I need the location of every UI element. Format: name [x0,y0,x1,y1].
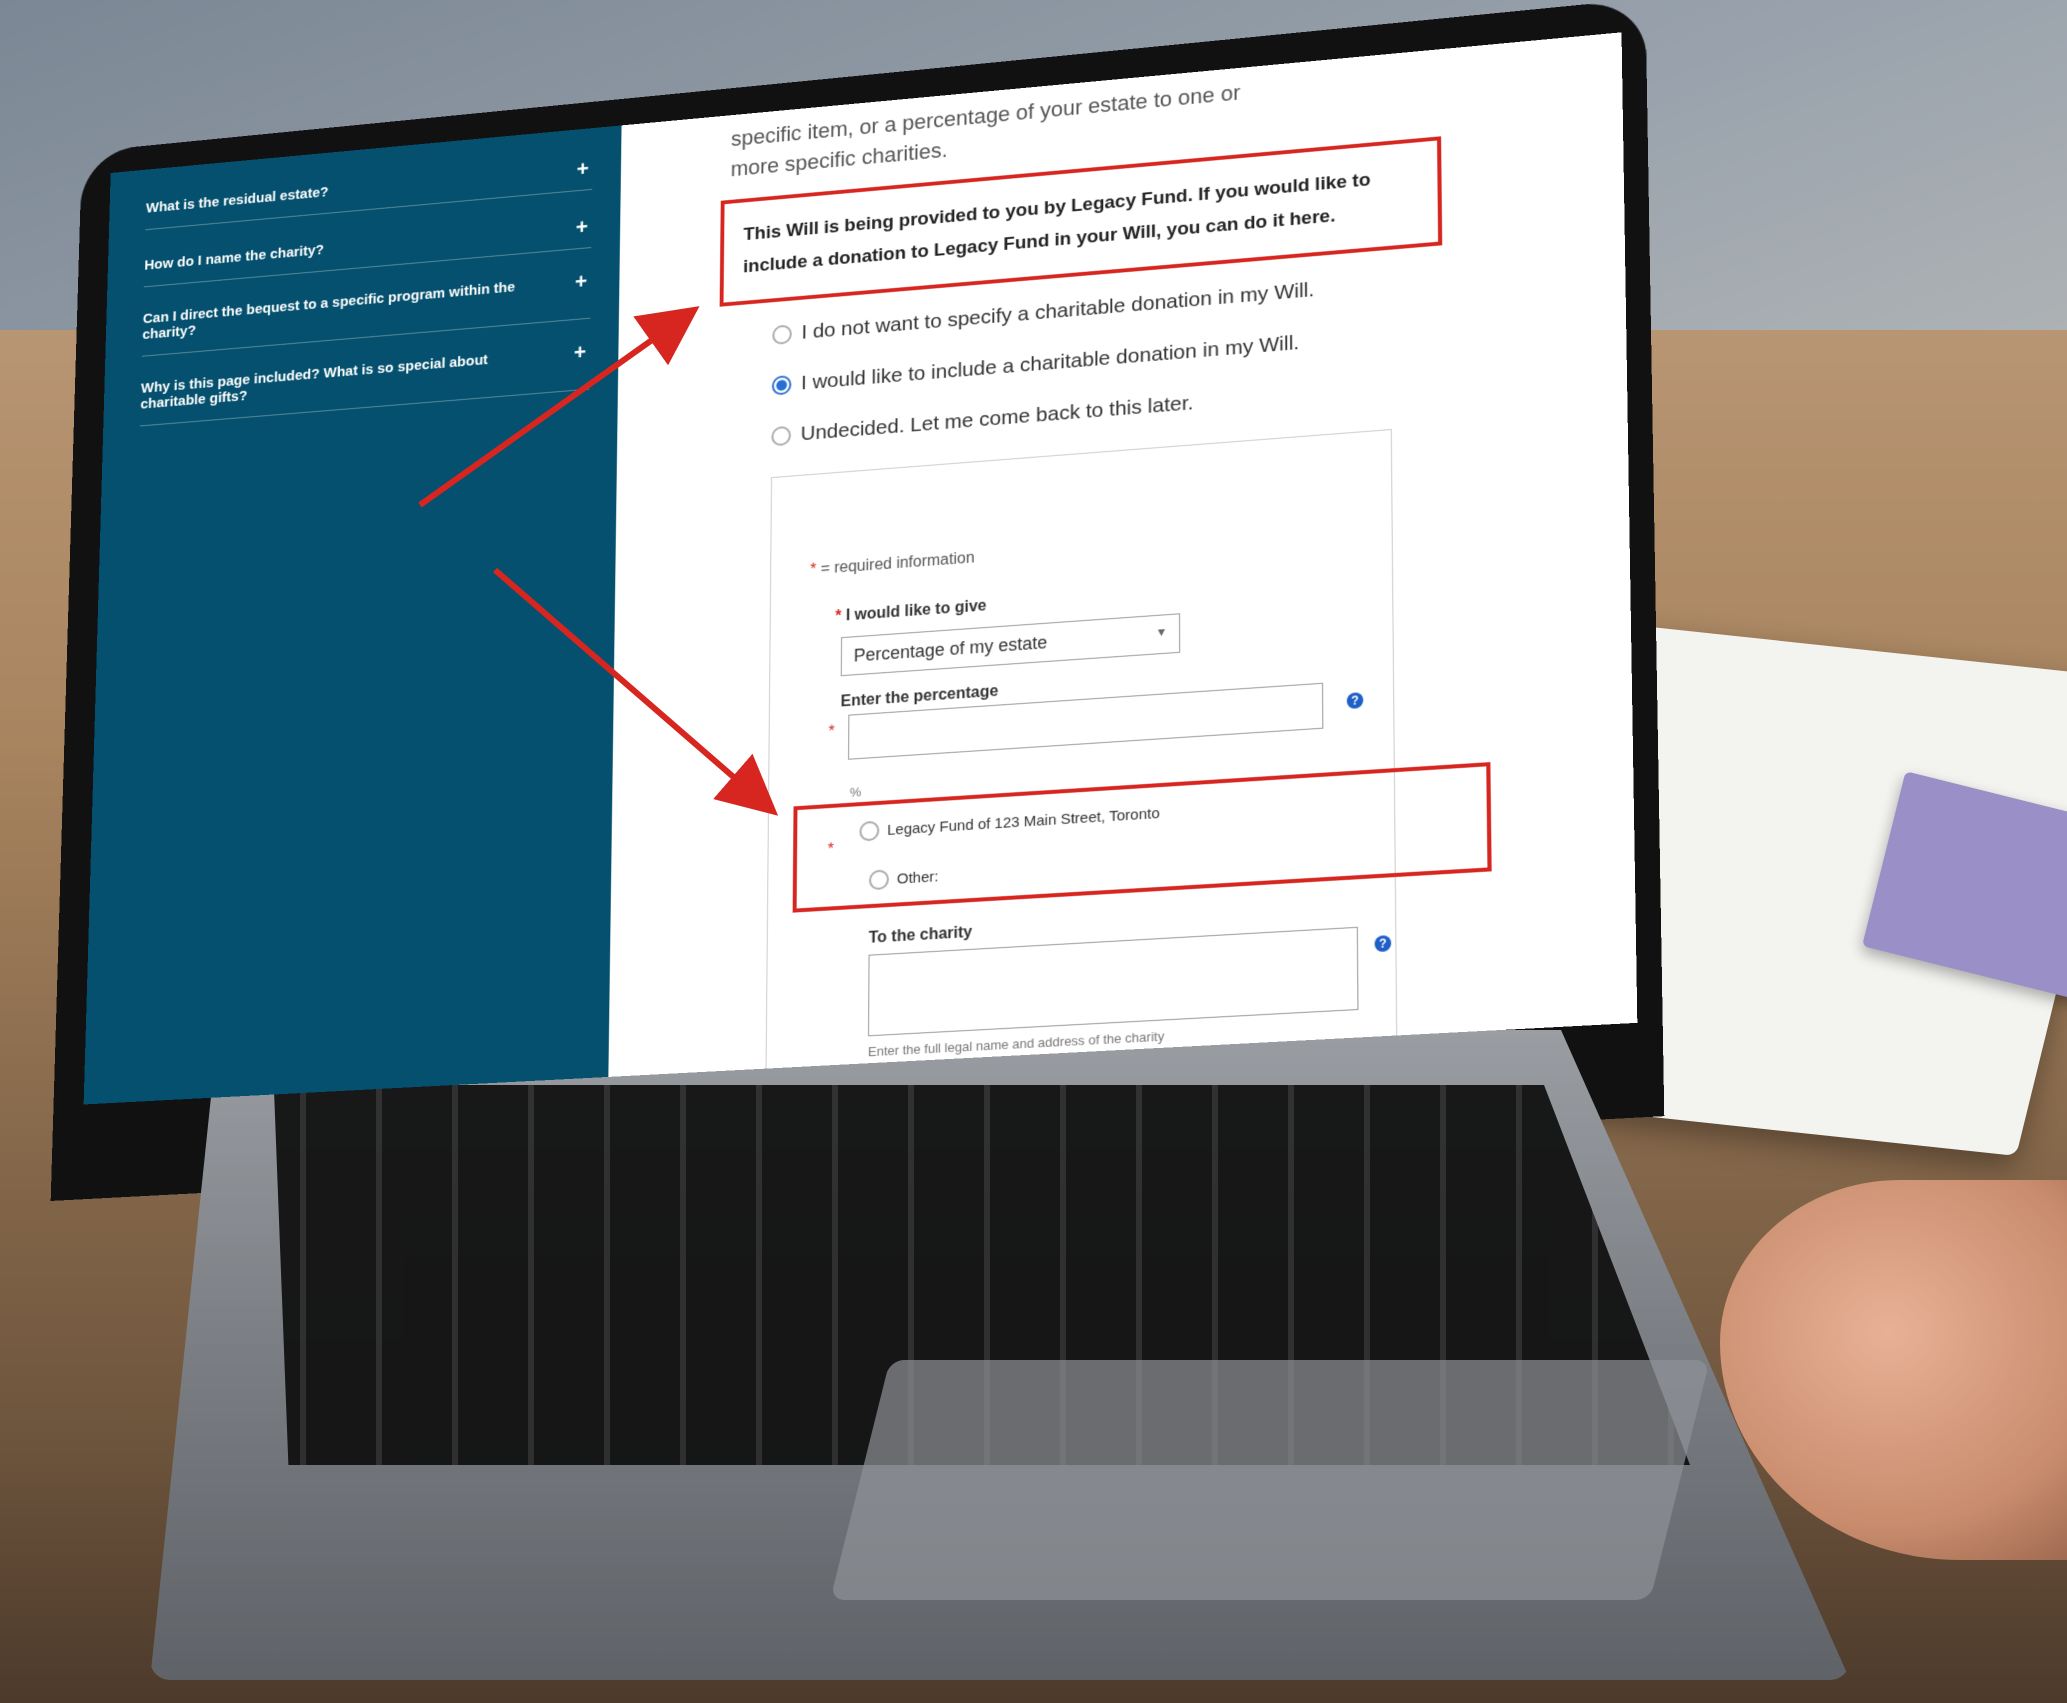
arrow-to-charity-option [493,567,779,816]
arrow-to-callout [418,306,700,508]
annotation-arrows [418,306,779,816]
